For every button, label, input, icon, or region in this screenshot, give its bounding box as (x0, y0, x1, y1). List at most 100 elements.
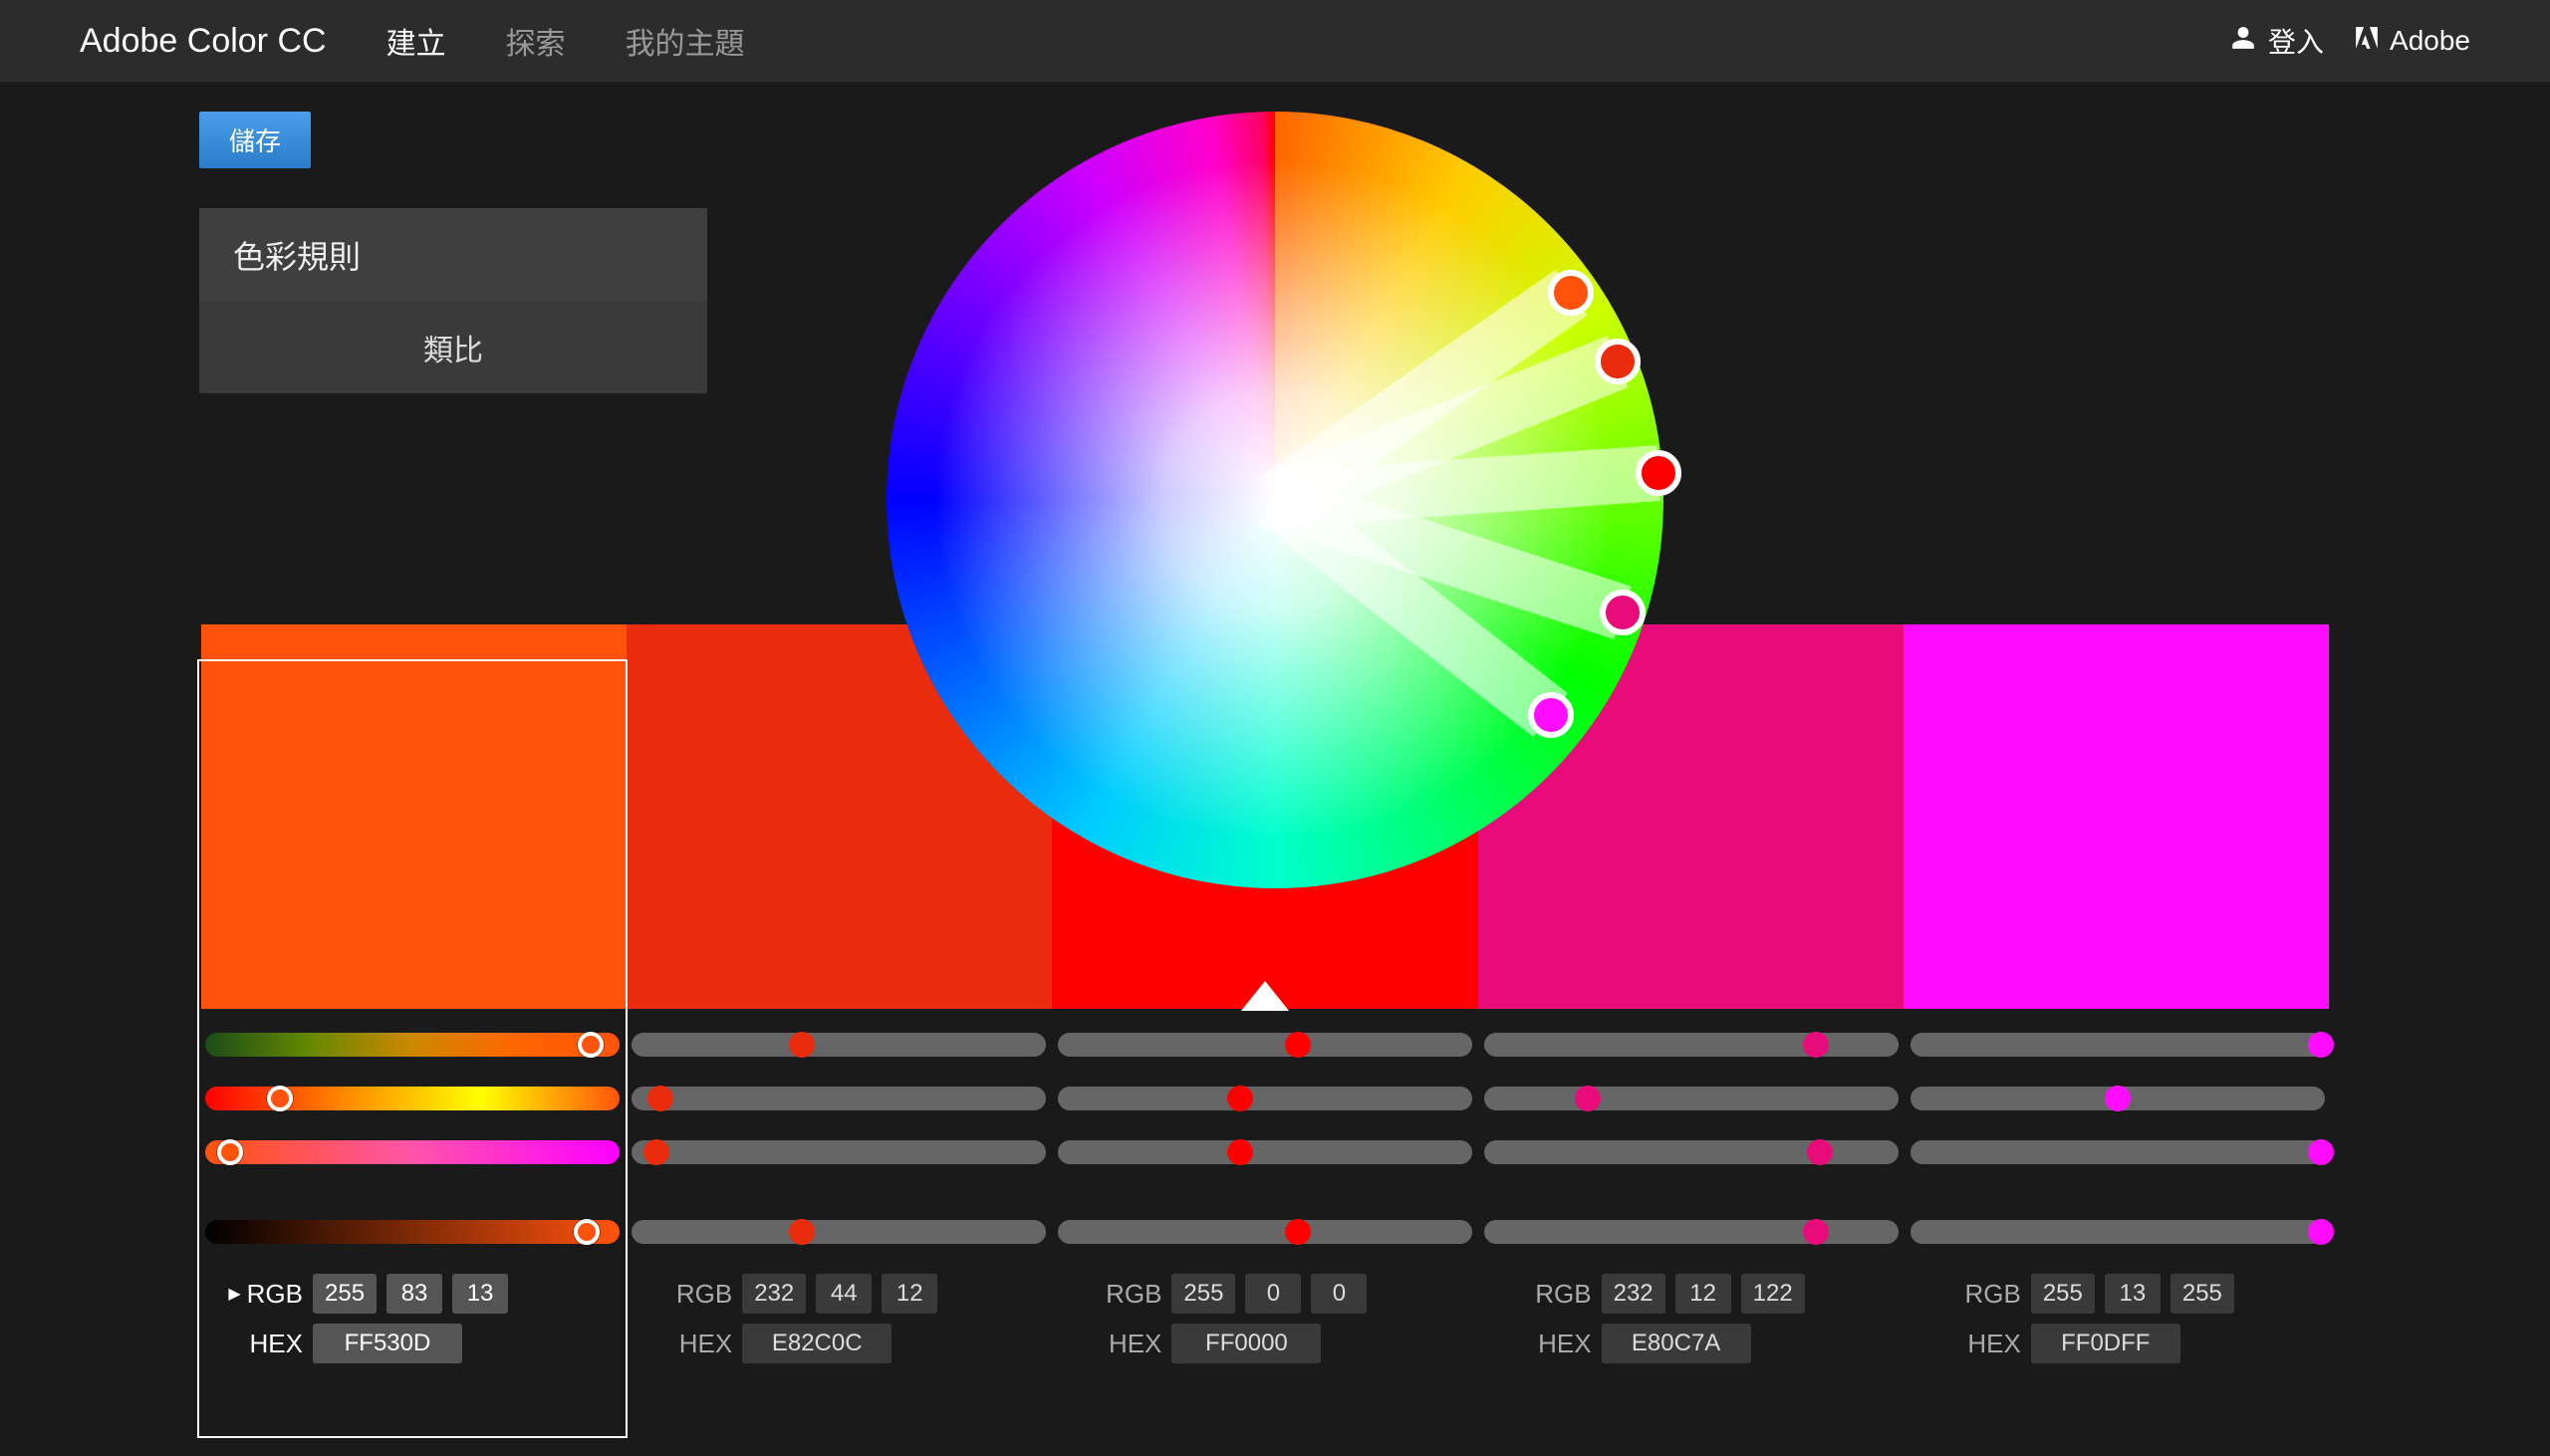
rgb-input-g[interactable]: 12 (1675, 1274, 1731, 1314)
nav-create[interactable]: 建立 (386, 19, 446, 63)
wheel-handle-0[interactable] (1548, 270, 1594, 316)
hex-label: HEX (1925, 1329, 2021, 1359)
header-left: Adobe Color CC 建立 探索 我的主題 (80, 19, 745, 63)
login-button[interactable]: 登入 (2230, 21, 2324, 61)
slider-hue-2[interactable] (1058, 1033, 1472, 1057)
slider-handle[interactable] (578, 1032, 604, 1058)
slider-handle[interactable] (789, 1032, 815, 1058)
rgb-label: RGB (676, 1279, 732, 1310)
slider-handle[interactable] (217, 1139, 243, 1165)
value-cell-1: RGB 2324412 HEX E82C0C (629, 1274, 1058, 1373)
hex-input[interactable]: E82C0C (742, 1324, 892, 1363)
slider-handle[interactable] (647, 1086, 673, 1111)
slider-sat-3[interactable] (1484, 1087, 1899, 1110)
slider-value-0[interactable] (205, 1220, 620, 1244)
slider-handle[interactable] (1803, 1219, 1829, 1245)
slider-handle[interactable] (1227, 1086, 1253, 1111)
rgb-input-g[interactable]: 13 (2105, 1274, 2161, 1314)
slider-handle[interactable] (2308, 1032, 2334, 1058)
slider-hue-0[interactable] (205, 1033, 620, 1057)
hex-input[interactable]: FF0DFF (2031, 1324, 2180, 1363)
hex-input[interactable]: FF0000 (1171, 1324, 1321, 1363)
slider-hue-4[interactable] (1911, 1033, 2325, 1057)
wheel-handle-1[interactable] (1595, 339, 1641, 384)
slider-sat-0[interactable] (205, 1087, 620, 1110)
wheel-handle-3[interactable] (1600, 590, 1646, 635)
rgb-input-r[interactable]: 255 (2031, 1274, 2095, 1314)
rgb-input-g[interactable]: 44 (816, 1274, 872, 1314)
slider-light-1[interactable] (632, 1140, 1046, 1164)
slider-handle[interactable] (1803, 1032, 1829, 1058)
rgb-input-r[interactable]: 255 (1171, 1274, 1235, 1314)
color-rule-selected[interactable]: 類比 (199, 302, 707, 393)
nav-explore[interactable]: 探索 (506, 19, 566, 63)
slider-hue-1[interactable] (632, 1033, 1046, 1057)
slider-sat-1[interactable] (632, 1087, 1046, 1110)
slider-handle[interactable] (267, 1086, 293, 1111)
slider-hue-3[interactable] (1484, 1033, 1899, 1057)
slider-handle[interactable] (2308, 1219, 2334, 1245)
hex-input[interactable]: E80C7A (1602, 1324, 1751, 1363)
rgb-input-r[interactable]: 232 (742, 1274, 806, 1314)
slider-handle[interactable] (789, 1219, 815, 1245)
wheel-handle-4[interactable] (1528, 692, 1574, 738)
slider-row-sat (199, 1075, 2331, 1122)
slider-light-3[interactable] (1484, 1140, 1899, 1164)
slider-handle[interactable] (574, 1219, 600, 1245)
slider-sat-4[interactable] (1911, 1087, 2325, 1110)
header-right: 登入 Adobe (2230, 21, 2470, 61)
slider-handle[interactable] (1285, 1219, 1311, 1245)
rgb-input-g[interactable]: 0 (1245, 1274, 1301, 1314)
color-wheel[interactable] (887, 112, 1663, 888)
slider-handle[interactable] (1285, 1032, 1311, 1058)
nav-my-themes[interactable]: 我的主題 (626, 19, 745, 63)
slider-row-hue (199, 1021, 2331, 1069)
slider-value-2[interactable] (1058, 1220, 1472, 1244)
slider-handle[interactable] (2105, 1086, 2131, 1111)
slider-sat-2[interactable] (1058, 1087, 1472, 1110)
rgb-input-b[interactable]: 12 (882, 1274, 937, 1314)
color-rules-title: 色彩規則 (199, 208, 707, 302)
slider-row-value (199, 1208, 2331, 1256)
rgb-input-b[interactable]: 0 (1311, 1274, 1367, 1314)
slider-light-0[interactable] (205, 1140, 620, 1164)
swatch-4[interactable] (1904, 624, 2329, 1009)
slider-handle[interactable] (1807, 1139, 1833, 1165)
rgb-input-r[interactable]: 255 (313, 1274, 377, 1314)
slider-light-2[interactable] (1058, 1140, 1472, 1164)
rgb-input-r[interactable]: 232 (1602, 1274, 1665, 1314)
login-label: 登入 (2268, 21, 2324, 61)
rgb-input-b[interactable]: 122 (1741, 1274, 1805, 1314)
main-area: 儲存 色彩規則 類比 ▶RGB2558313HEXFF530DRGB232441… (0, 82, 2550, 1373)
rgb-label: RGB (1106, 1279, 1161, 1310)
sliders-area (199, 1021, 2331, 1256)
slider-handle[interactable] (643, 1139, 669, 1165)
hex-label: HEX (1496, 1329, 1592, 1359)
rgb-input-g[interactable]: 83 (386, 1274, 442, 1314)
user-icon (2230, 25, 2256, 58)
top-nav: 建立 探索 我的主題 (386, 19, 745, 63)
hex-input[interactable]: FF530D (313, 1324, 462, 1363)
slider-handle[interactable] (2308, 1139, 2334, 1165)
values-row: ▶RGB2558313HEXFF530DRGB2324412HEXE82C0CR… (199, 1274, 2347, 1373)
hex-label: HEX (207, 1329, 303, 1359)
save-button[interactable]: 儲存 (199, 112, 311, 168)
slider-handle[interactable] (1575, 1086, 1601, 1111)
slider-value-3[interactable] (1484, 1220, 1899, 1244)
rgb-input-b[interactable]: 13 (452, 1274, 508, 1314)
swatch-0[interactable] (201, 624, 627, 1009)
slider-light-4[interactable] (1911, 1140, 2325, 1164)
slider-value-1[interactable] (632, 1220, 1046, 1244)
adobe-label: Adobe (2390, 25, 2470, 57)
rgb-label: RGB (247, 1279, 303, 1310)
slider-value-4[interactable] (1911, 1220, 2325, 1244)
hex-label: HEX (637, 1329, 732, 1359)
rgb-input-b[interactable]: 255 (2170, 1274, 2234, 1314)
color-mode-toggle-icon[interactable]: ▶ (228, 1284, 240, 1304)
wheel-handle-2[interactable] (1636, 450, 1681, 496)
rgb-label: RGB (1535, 1279, 1591, 1310)
adobe-link[interactable]: Adobe (2354, 25, 2470, 58)
hex-label: HEX (1066, 1329, 1161, 1359)
slider-handle[interactable] (1227, 1139, 1253, 1165)
value-cell-3: RGB 23212122 HEX E80C7A (1488, 1274, 1917, 1373)
